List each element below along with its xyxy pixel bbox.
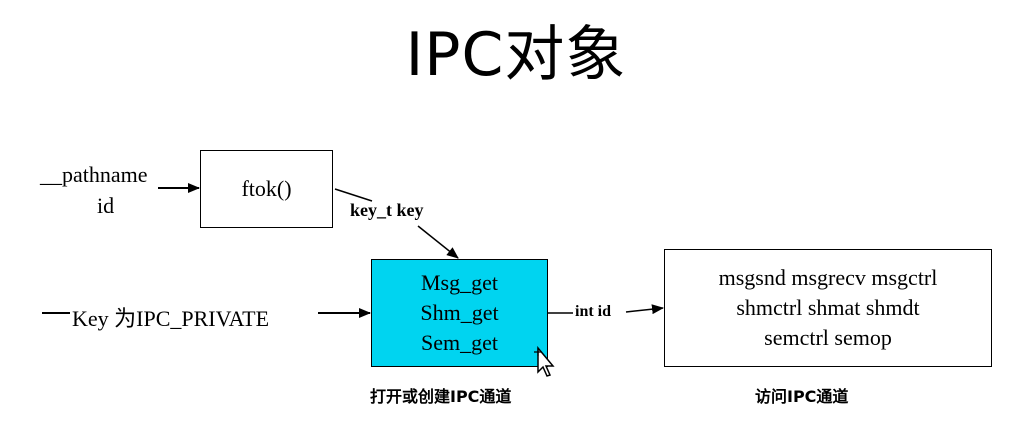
int-id-label: int id	[575, 303, 612, 320]
ftok-label: ftok()	[241, 176, 292, 201]
slide: IPC对象 __pathname id ftok() key_t key Key…	[0, 0, 1032, 437]
int-id-arrow	[625, 304, 664, 315]
access-functions-box: msgsnd msgrecv msgctrl shmctrl shmat shm…	[664, 249, 992, 367]
sem-get-label: Sem_get	[421, 330, 498, 355]
key-private-label: Key 为IPC_PRIVATE	[72, 306, 270, 331]
key-t-label: key_t key	[350, 200, 424, 220]
key-arrow	[417, 225, 459, 259]
msg-functions-label: msgsnd msgrecv msgctrl	[718, 265, 938, 290]
shm-functions-label: shmctrl shmat shmdt	[736, 295, 920, 320]
move-cursor-icon	[534, 346, 555, 377]
id-label: id	[97, 193, 115, 218]
get-functions-box: Msg_get Shm_get Sem_get	[371, 259, 548, 367]
connector-arrows	[42, 183, 664, 318]
pathname-label: __pathname	[40, 162, 148, 187]
ftok-box: ftok()	[200, 150, 333, 228]
access-caption: 访问IPC通道	[755, 387, 849, 406]
sem-functions-label: semctrl semop	[764, 325, 892, 350]
shm-get-label: Shm_get	[420, 300, 499, 325]
msg-get-label: Msg_get	[421, 270, 498, 295]
open-create-caption: 打开或创建IPC通道	[370, 387, 512, 406]
